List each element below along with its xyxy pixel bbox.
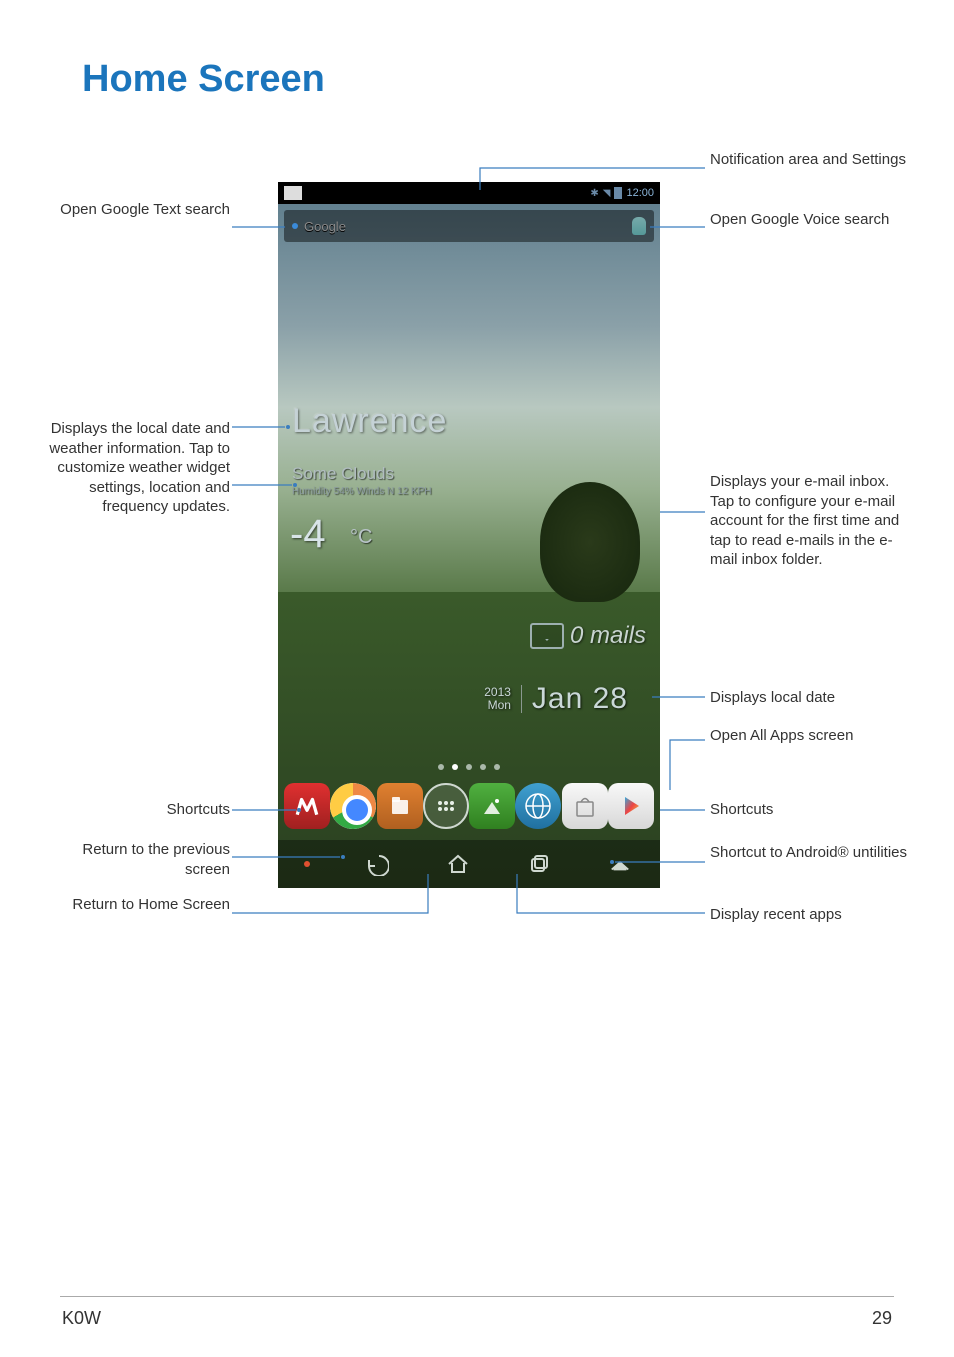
sdcard-icon — [284, 186, 302, 200]
google-logo: Google — [304, 219, 346, 234]
google-dot-icon — [292, 223, 298, 229]
callout-voice-search: Open Google Voice search — [710, 210, 910, 230]
page-indicator[interactable] — [278, 764, 660, 770]
weather-unit: °C — [350, 526, 372, 549]
date-weekday: Mon — [484, 699, 511, 712]
chrome-icon[interactable] — [330, 783, 376, 829]
status-time: 12:00 — [626, 187, 654, 199]
battery-icon — [614, 187, 622, 199]
callout-date: Displays local date — [710, 688, 910, 708]
shopping-bag-icon[interactable] — [562, 783, 608, 829]
footer-model: K0W — [62, 1308, 101, 1329]
phone-screenshot: ✱ ◥ 12:00 Google Lawrence Some Clouds Hu… — [276, 180, 662, 890]
diagram: ✱ ◥ 12:00 Google Lawrence Some Clouds Hu… — [0, 150, 954, 950]
recent-apps-button[interactable] — [525, 850, 553, 878]
gallery-icon[interactable] — [469, 783, 515, 829]
weather-details: Humidity 54% Winds N 12 KPH — [292, 486, 432, 497]
callout-utilities: Shortcut to Android® untilities — [710, 843, 910, 863]
callout-shortcuts-right: Shortcuts — [710, 800, 910, 820]
callout-notif: Notification area and Settings — [710, 150, 910, 170]
weather-city[interactable]: Lawrence — [292, 402, 447, 441]
dock — [284, 776, 654, 836]
date-widget[interactable]: 2013 Mon Jan 28 — [484, 682, 628, 716]
callout-recent: Display recent apps — [710, 905, 910, 925]
callout-email: Displays your e-mail inbox. Tap to confi… — [710, 472, 900, 570]
callout-back: Return to the previous screen — [40, 840, 230, 879]
date-main: Jan 28 — [532, 682, 628, 716]
callout-text-search: Open Google Text search — [40, 200, 230, 220]
envelope-icon — [530, 623, 564, 649]
wifi-icon: ◥ — [603, 188, 611, 199]
bluetooth-icon: ✱ — [590, 188, 598, 199]
footer-divider — [60, 1296, 894, 1297]
status-bar[interactable]: ✱ ◥ 12:00 — [278, 182, 660, 204]
home-button[interactable] — [444, 850, 472, 878]
callout-home: Return to Home Screen — [40, 895, 230, 915]
microphone-icon[interactable] — [632, 217, 646, 235]
file-manager-icon[interactable] — [377, 783, 423, 829]
wallpaper-tree — [540, 482, 640, 602]
nav-dot — [304, 861, 310, 867]
navbar — [278, 840, 660, 888]
callout-all-apps: Open All Apps screen — [710, 726, 910, 746]
play-store-icon[interactable] — [608, 783, 654, 829]
all-apps-button[interactable] — [423, 783, 469, 829]
email-count: 0 mails — [570, 622, 646, 650]
callout-weather: Displays the local date and weather info… — [40, 419, 230, 517]
browser-icon[interactable] — [515, 783, 561, 829]
google-search-bar[interactable]: Google — [284, 210, 654, 242]
back-button[interactable] — [363, 850, 391, 878]
app-icon-m[interactable] — [284, 783, 330, 829]
separator — [521, 685, 522, 713]
weather-temperature: -4 — [290, 512, 326, 557]
utilities-button[interactable] — [606, 850, 634, 878]
footer-page-number: 29 — [872, 1308, 892, 1329]
email-widget[interactable]: 0 mails — [530, 622, 646, 650]
page-title: Home Screen — [82, 58, 325, 101]
callout-shortcuts-left: Shortcuts — [40, 800, 230, 820]
weather-condition: Some Clouds — [292, 464, 394, 484]
